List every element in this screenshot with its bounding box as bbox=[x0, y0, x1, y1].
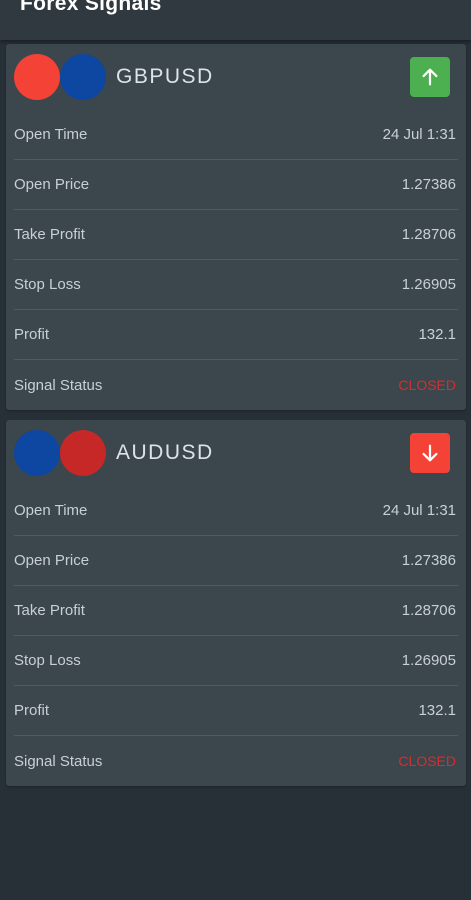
open-price-value: 1.27386 bbox=[401, 552, 456, 569]
row-label: Stop Loss bbox=[14, 652, 81, 669]
quote-currency-flag bbox=[60, 54, 106, 100]
row-label: Take Profit bbox=[14, 226, 85, 243]
open-time-value: 24 Jul 1:31 bbox=[382, 502, 456, 519]
profit-value: 132.1 bbox=[418, 702, 456, 719]
sell-direction-button[interactable] bbox=[410, 433, 450, 473]
row-label: Signal Status bbox=[14, 376, 103, 394]
app-bar: Forex Signals bbox=[0, 0, 471, 40]
signal-status-row: Signal Status CLOSED bbox=[14, 360, 458, 410]
row-label: Open Price bbox=[14, 552, 90, 569]
signal-status-row: Signal Status CLOSED bbox=[14, 736, 458, 786]
take-profit-row: Take Profit 1.28706 bbox=[14, 210, 458, 260]
row-label: Profit bbox=[14, 702, 50, 719]
row-label: Take Profit bbox=[14, 602, 85, 619]
base-currency-flag bbox=[14, 54, 60, 100]
row-label: Open Price bbox=[14, 176, 90, 193]
arrow-up-icon bbox=[422, 68, 438, 86]
row-label: Open Time bbox=[14, 502, 88, 519]
open-time-value: 24 Jul 1:31 bbox=[382, 126, 456, 143]
take-profit-row: Take Profit 1.28706 bbox=[14, 586, 458, 636]
app-title: Forex Signals bbox=[20, 0, 162, 15]
buy-direction-button[interactable] bbox=[410, 57, 450, 97]
signal-card[interactable]: GBPUSD Open Time 24 Jul 1:31 Open Price … bbox=[6, 44, 466, 410]
stop-loss-row: Stop Loss 1.26905 bbox=[14, 260, 458, 310]
profit-row: Profit 132.1 bbox=[14, 686, 458, 736]
status-badge: CLOSED bbox=[398, 753, 456, 769]
open-time-row: Open Time 24 Jul 1:31 bbox=[14, 486, 458, 536]
base-currency-flag bbox=[14, 430, 60, 476]
profit-row: Profit 132.1 bbox=[14, 310, 458, 360]
open-price-row: Open Price 1.27386 bbox=[14, 536, 458, 586]
take-profit-value: 1.28706 bbox=[401, 602, 456, 619]
row-label: Signal Status bbox=[14, 752, 103, 770]
row-label: Open Time bbox=[14, 126, 88, 143]
stop-loss-value: 1.26905 bbox=[401, 276, 456, 293]
signal-card[interactable]: AUDUSD Open Time 24 Jul 1:31 Open Price … bbox=[6, 420, 466, 786]
profit-value: 132.1 bbox=[418, 326, 456, 343]
arrow-down-icon bbox=[422, 444, 438, 462]
currency-pair: AUDUSD bbox=[116, 441, 214, 464]
signal-card-header: AUDUSD bbox=[14, 420, 458, 486]
take-profit-value: 1.28706 bbox=[401, 226, 456, 243]
quote-currency-flag bbox=[60, 430, 106, 476]
signal-list: GBPUSD Open Time 24 Jul 1:31 Open Price … bbox=[6, 44, 466, 796]
open-price-row: Open Price 1.27386 bbox=[14, 160, 458, 210]
row-label: Stop Loss bbox=[14, 276, 81, 293]
stop-loss-value: 1.26905 bbox=[401, 652, 456, 669]
stop-loss-row: Stop Loss 1.26905 bbox=[14, 636, 458, 686]
open-price-value: 1.27386 bbox=[401, 176, 456, 193]
row-label: Profit bbox=[14, 326, 50, 343]
open-time-row: Open Time 24 Jul 1:31 bbox=[14, 110, 458, 160]
currency-pair: GBPUSD bbox=[116, 65, 214, 88]
status-badge: CLOSED bbox=[398, 377, 456, 393]
signal-card-header: GBPUSD bbox=[14, 44, 458, 110]
